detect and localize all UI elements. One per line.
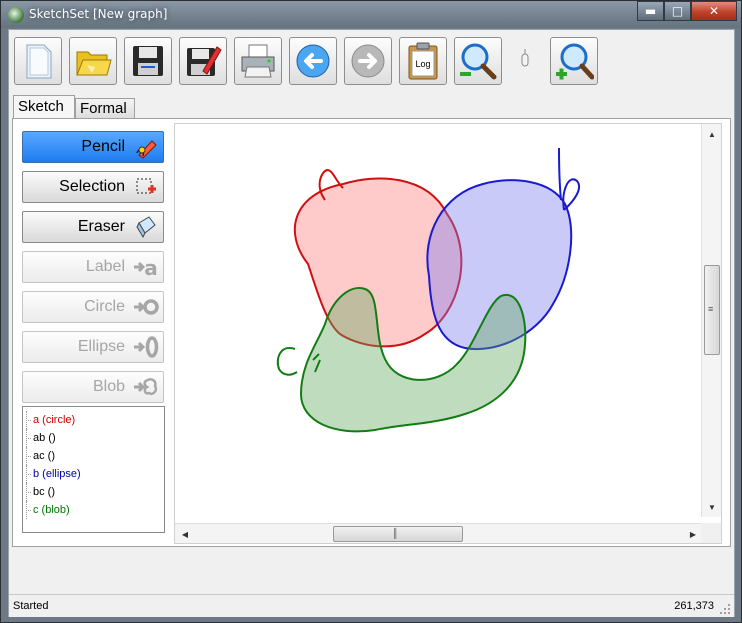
window-title: SketchSet [New graph] [29,7,168,21]
status-text: Started [13,600,49,612]
grip-icon: ≡ [708,304,714,314]
label-icon: a [134,256,158,279]
label-tool-button[interactable]: Label a [22,251,164,283]
list-item[interactable]: a (circle) [23,411,164,429]
close-button[interactable]: ✕ [691,1,737,21]
svg-text:a: a [144,256,158,279]
tab-formal[interactable]: Formal [75,98,135,119]
save-button[interactable] [124,37,172,85]
eraser-tool-button[interactable]: Eraser [22,211,164,243]
zoom-out-button[interactable] [454,37,502,85]
undo-button[interactable] [289,37,337,85]
tool-label: Eraser [77,218,125,235]
scroll-up-icon[interactable]: ▲ [705,127,719,141]
floppy-disk-icon [133,46,163,76]
zoom-slider-handle[interactable] [520,49,530,71]
minimize-icon: ▬ [644,4,657,18]
list-item[interactable]: bc () [23,483,164,501]
selection-icon [136,178,156,194]
zoom-out-icon [460,43,497,80]
toolbar: Log [14,36,714,86]
new-document-button[interactable] [14,37,62,85]
scroll-left-icon[interactable]: ◀ [178,527,192,541]
scroll-down-icon[interactable]: ▼ [705,500,719,514]
horizontal-scrollbar[interactable]: ◀ ║ ▶ [175,523,703,543]
ellipse-tool-button[interactable]: Ellipse [22,331,164,363]
slider-thumb-icon [521,49,529,67]
status-bar: Started 261,373 [9,594,734,617]
zoom-in-icon [556,43,594,80]
tool-label: Circle [84,298,125,315]
ellipse-icon [134,336,159,358]
cursor-coordinates: 261,373 [674,600,714,612]
tab-sketch[interactable]: Sketch [13,95,75,119]
main-client-area: Log Sketch Formal Pencil Selection Erase… [8,29,735,617]
save-as-button[interactable] [179,37,227,85]
list-item[interactable]: ac () [23,447,164,465]
pencil-tool-button[interactable]: Pencil [22,131,164,163]
eraser-icon [136,216,156,239]
print-button[interactable] [234,37,282,85]
printer-icon [241,44,275,78]
list-item[interactable]: b (ellipse) [23,465,164,483]
close-icon: ✕ [708,4,720,18]
horizontal-scroll-thumb[interactable]: ║ [333,526,463,542]
set-list[interactable]: a (circle) ab () ac () b (ellipse) bc ()… [22,406,165,533]
pencil-icon [136,140,157,159]
title-bar[interactable]: SketchSet [New graph] ▬ □ ✕ [1,1,741,28]
selection-tool-button[interactable]: Selection [22,171,164,203]
log-button[interactable]: Log [399,37,447,85]
sketch-canvas[interactable] [175,124,703,517]
tool-label: Selection [59,178,125,195]
maximize-button[interactable]: □ [664,1,691,21]
app-window: SketchSet [New graph] ▬ □ ✕ Log Sketch F… [0,0,742,623]
open-folder-button[interactable] [69,37,117,85]
sketch-panel: Pencil Selection Eraser Label a Circle E… [12,118,731,547]
circle-icon [134,299,159,315]
circle-tool-button[interactable]: Circle [22,291,164,323]
blob-tool-button[interactable]: Blob [22,371,164,403]
new-document-icon [26,44,52,79]
redo-button[interactable] [344,37,392,85]
floppy-pencil-icon [187,46,222,76]
scroll-corner [701,523,721,543]
zoom-in-button[interactable] [550,37,598,85]
tool-label: Label [85,258,125,275]
maximize-icon: □ [671,4,684,18]
forward-arrow-icon [351,44,385,78]
blob-icon [134,378,158,395]
app-icon [8,7,24,23]
tool-label: Blob [92,378,125,395]
log-label: Log [415,59,430,69]
vertical-scrollbar[interactable]: ▲ ≡ ▼ [701,124,721,517]
tool-label: Pencil [81,138,125,155]
minimize-button[interactable]: ▬ [637,1,664,21]
vertical-scroll-thumb[interactable]: ≡ [704,265,720,355]
grip-icon: ║ [392,528,399,538]
sketch-canvas-area: ▲ ≡ ▼ ◀ ║ ▶ [174,123,722,544]
list-item[interactable]: ab () [23,429,164,447]
open-folder-icon [76,51,112,76]
list-item[interactable]: c (blob) [23,501,164,519]
resize-grip-icon[interactable] [719,603,731,615]
scroll-right-icon[interactable]: ▶ [686,527,700,541]
clipboard-log-icon: Log [408,42,438,80]
tool-label: Ellipse [77,338,125,355]
back-arrow-icon [296,44,330,78]
